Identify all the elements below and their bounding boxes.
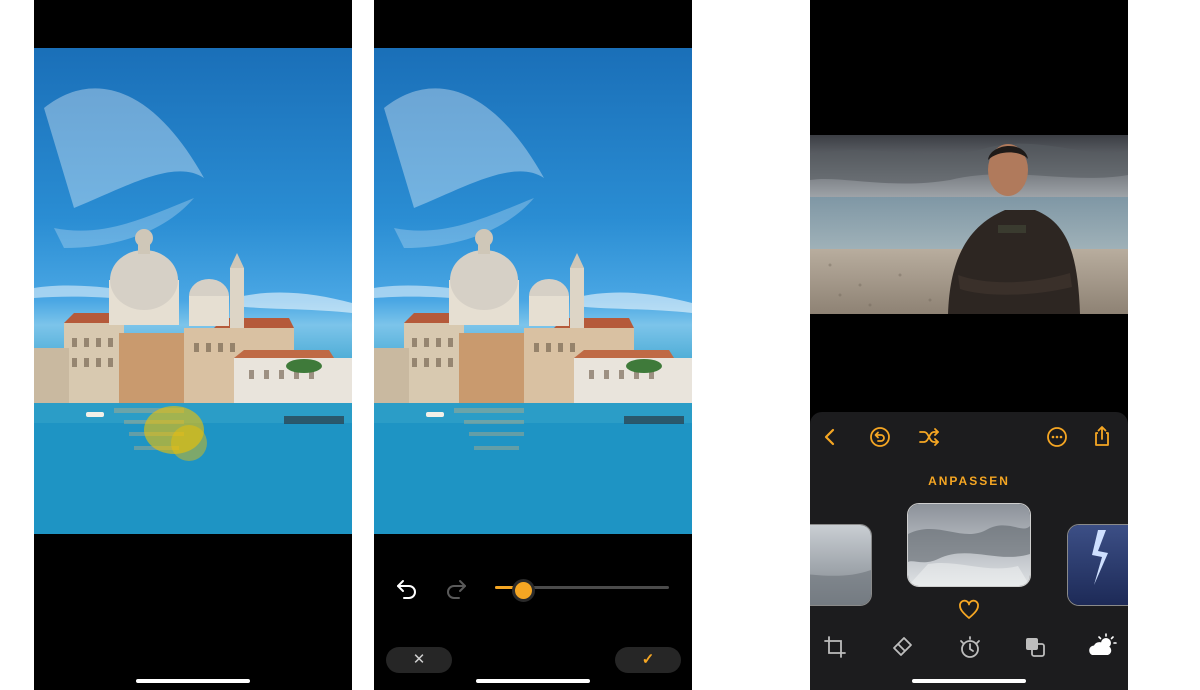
sky-thumbnail-selected[interactable] <box>907 503 1031 587</box>
brush-size-slider[interactable] <box>495 579 669 602</box>
venice-photo-retouched[interactable] <box>374 48 692 534</box>
panel-title: ANPASSEN <box>928 474 1010 488</box>
layers-icon[interactable] <box>1022 634 1048 660</box>
back-icon[interactable] <box>818 425 842 449</box>
undo-icon[interactable] <box>868 425 892 449</box>
venice-photo[interactable] <box>34 48 352 534</box>
eraser-icon[interactable] <box>889 634 915 660</box>
sky-thumbnail-left[interactable] <box>810 524 872 606</box>
heart-icon[interactable] <box>957 598 981 622</box>
weather-icon[interactable] <box>1086 633 1118 659</box>
sky-thumbnail-right[interactable] <box>1067 524 1128 606</box>
shuffle-icon[interactable] <box>917 425 941 449</box>
crop-icon[interactable] <box>822 634 848 660</box>
phone-screen-sky-replacement: ANPASSEN <box>810 0 1128 690</box>
home-indicator <box>476 679 590 683</box>
slider-knob[interactable] <box>511 579 535 602</box>
phone-screen-retouch-preview <box>34 0 352 690</box>
redo-icon[interactable] <box>443 575 469 601</box>
home-indicator <box>136 679 250 683</box>
undo-icon[interactable] <box>394 575 420 601</box>
more-icon[interactable] <box>1045 425 1069 449</box>
phone-screen-retouch-editor: ✕ ✓ <box>374 0 692 690</box>
home-indicator <box>912 679 1026 683</box>
cancel-button[interactable]: ✕ <box>386 647 452 673</box>
timer-icon[interactable] <box>957 635 983 661</box>
share-icon[interactable] <box>1090 424 1114 448</box>
beach-portrait-photo[interactable] <box>810 135 1128 314</box>
confirm-button[interactable]: ✓ <box>615 647 681 673</box>
